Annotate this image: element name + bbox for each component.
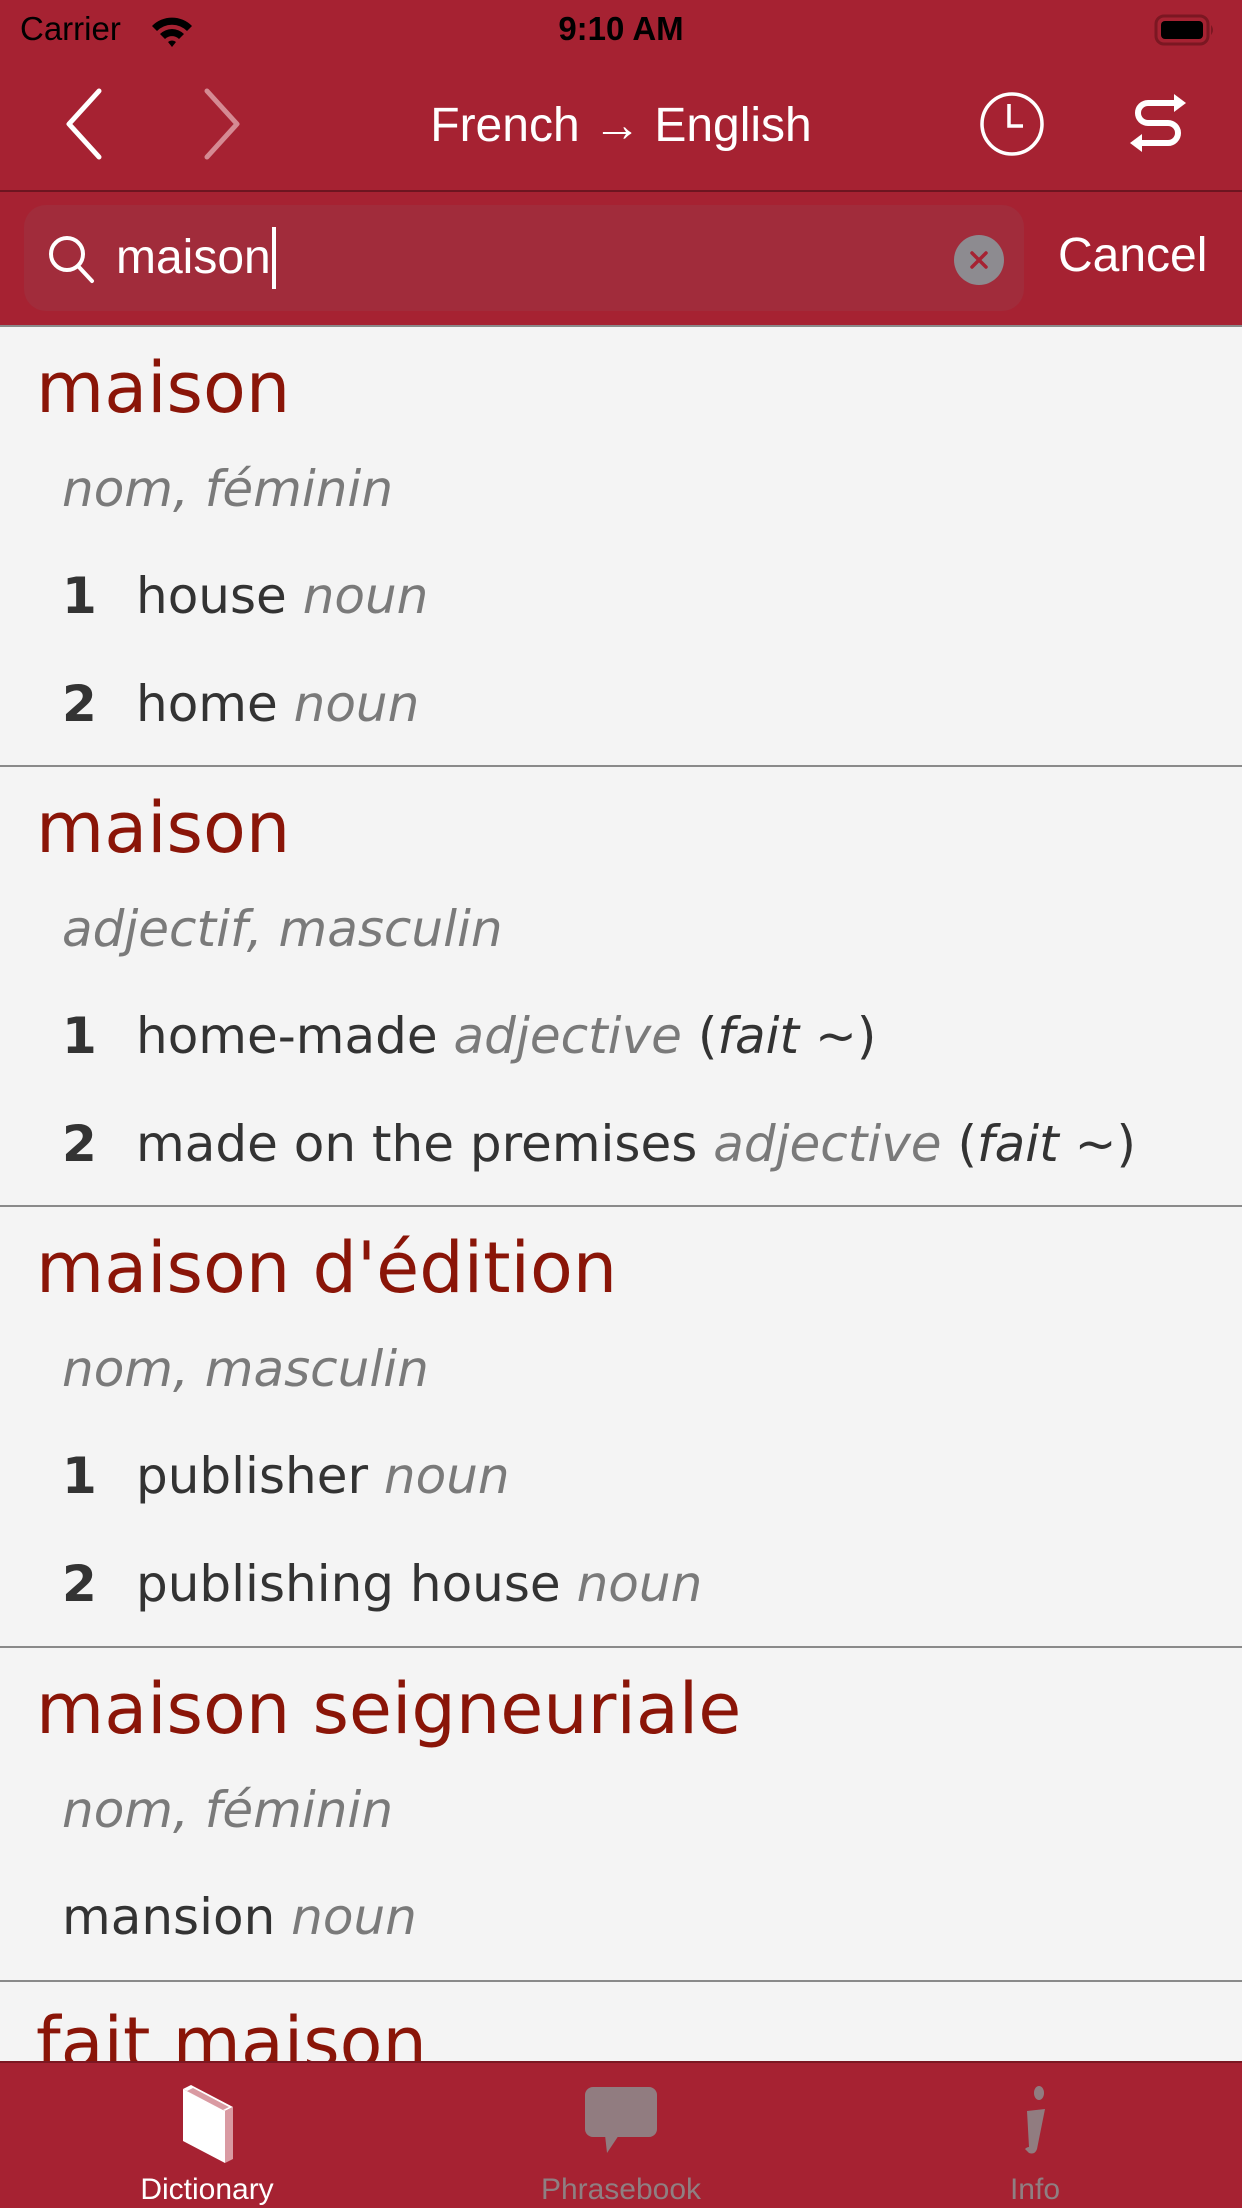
sense-pos: noun bbox=[383, 1447, 510, 1505]
tab-phrasebook[interactable]: Phrasebook bbox=[414, 2063, 828, 2208]
dictionary-entry[interactable]: maison seigneuriale nom, féminin mansion… bbox=[0, 1648, 1242, 1982]
battery-icon bbox=[1154, 14, 1213, 46]
page-title: French → English bbox=[430, 99, 812, 152]
tab-label: Phrasebook bbox=[540, 2173, 702, 2206]
search-input[interactable]: maison bbox=[24, 205, 1024, 311]
close-icon bbox=[970, 251, 988, 269]
clear-search-button[interactable] bbox=[954, 235, 1004, 285]
search-value: maison bbox=[116, 231, 271, 284]
sense-number: 2 bbox=[62, 1555, 97, 1613]
sense-number: 1 bbox=[62, 1447, 97, 1505]
cancel-button[interactable]: Cancel bbox=[1058, 228, 1207, 283]
tab-label: Dictionary bbox=[140, 2173, 274, 2206]
navigation-bar: French → English bbox=[0, 60, 1242, 192]
entry-grammar: nom, féminin bbox=[62, 1781, 394, 1839]
sense-pos: noun bbox=[293, 675, 420, 733]
entry-sense: 2 made on the premises adjective (fait ~) bbox=[62, 1115, 1137, 1173]
entry-sense: 1 home-made adjective (fait ~) bbox=[62, 1007, 877, 1065]
dictionary-entry[interactable]: maison nom, féminin 1 house noun 2 home no… bbox=[0, 327, 1242, 767]
sense-translation: home-made bbox=[136, 1007, 438, 1065]
search-text[interactable]: maison bbox=[116, 227, 276, 289]
entry-grammar: nom, masculin bbox=[62, 1340, 429, 1398]
sense-translation: publisher bbox=[136, 1447, 369, 1505]
info-icon bbox=[1025, 2086, 1045, 2154]
swap-direction-icon bbox=[1130, 94, 1186, 152]
sense-number: 1 bbox=[62, 1007, 97, 1065]
sense-pos: adjective bbox=[453, 1007, 682, 1065]
book-icon bbox=[183, 2085, 233, 2163]
entry-grammar: nom, féminin bbox=[62, 460, 394, 518]
sense-number: 2 bbox=[62, 675, 97, 733]
entry-headword: maison seigneuriale bbox=[36, 1668, 742, 1750]
entry-headword: maison bbox=[36, 347, 291, 429]
sense-pos: adjective bbox=[713, 1115, 942, 1173]
search-bar: maison Cancel bbox=[0, 192, 1242, 325]
sense-number: 2 bbox=[62, 1115, 97, 1173]
sense-translation: made on the premises bbox=[136, 1115, 698, 1173]
entry-grammar: adjectif, masculin bbox=[62, 900, 503, 958]
entry-sense: mansion noun bbox=[62, 1888, 417, 1946]
entry-headword: fait maison bbox=[36, 2002, 427, 2061]
sense-pos: noun bbox=[291, 1888, 417, 1946]
clock-time: 9:10 AM bbox=[558, 10, 684, 47]
tab-bar: Dictionary Phrasebook Info bbox=[0, 2061, 1242, 2208]
entry-sense: 2 home noun bbox=[62, 675, 419, 733]
entry-headword: maison bbox=[36, 787, 291, 869]
clock-icon bbox=[980, 92, 1044, 156]
entry-sense: 1 publisher noun bbox=[62, 1447, 510, 1505]
status-bar: Carrier 9:10 AM bbox=[0, 0, 1242, 60]
entry-headword: maison d'édition bbox=[36, 1227, 618, 1309]
tab-dictionary[interactable]: Dictionary bbox=[0, 2063, 414, 2208]
sense-number: 1 bbox=[62, 567, 97, 625]
sense-translation: home bbox=[136, 675, 278, 733]
header: Carrier 9:10 AM French → English maison … bbox=[0, 0, 1242, 325]
history-button[interactable] bbox=[972, 84, 1052, 164]
swap-direction-button[interactable] bbox=[1118, 84, 1198, 164]
sense-translation: publishing house bbox=[136, 1555, 561, 1613]
entry-sense: 1 house noun bbox=[62, 567, 428, 625]
text-caret bbox=[271, 227, 276, 289]
sense-translation: house bbox=[136, 567, 287, 625]
entry-sense: 2 publishing house noun bbox=[62, 1555, 702, 1613]
dictionary-entry[interactable]: fait maison bbox=[0, 1982, 1242, 2061]
sense-pos: noun bbox=[302, 567, 429, 625]
speech-bubble-icon bbox=[585, 2087, 657, 2153]
dictionary-entry[interactable]: maison adjectif, masculin 1 home-made adj… bbox=[0, 767, 1242, 1207]
tab-info[interactable]: Info bbox=[828, 2063, 1242, 2208]
sense-context: fait ~ bbox=[976, 1115, 1117, 1173]
sense-context: fait ~ bbox=[717, 1007, 857, 1065]
dictionary-entry[interactable]: maison d'édition nom, masculin 1 publishe… bbox=[0, 1207, 1242, 1648]
tab-label: Info bbox=[1009, 2173, 1061, 2206]
search-icon bbox=[49, 236, 94, 283]
sense-translation: mansion bbox=[62, 1888, 276, 1946]
sense-pos: noun bbox=[576, 1555, 703, 1613]
results-list: maison nom, féminin 1 house noun 2 home no… bbox=[0, 325, 1242, 2061]
